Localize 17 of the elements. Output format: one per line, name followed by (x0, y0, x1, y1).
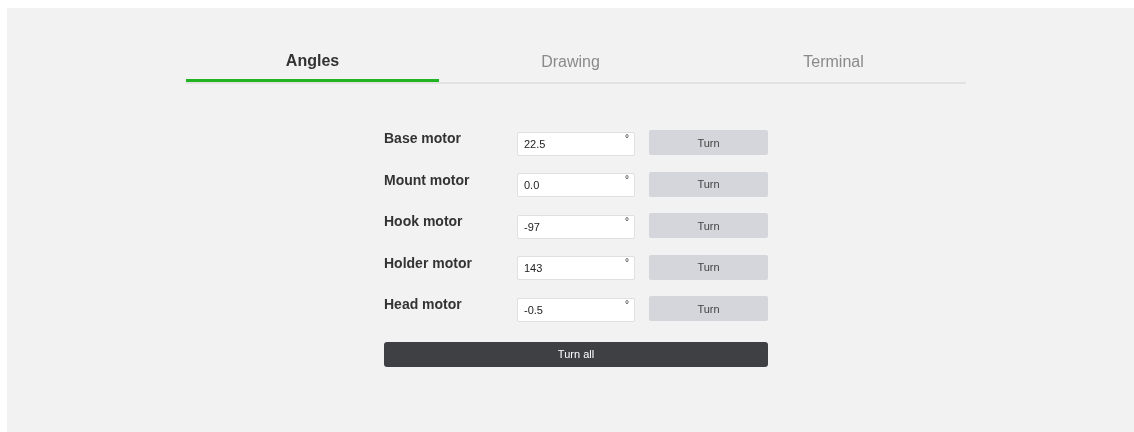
degree-unit: ° (625, 216, 629, 227)
motor-label: Head motor (384, 295, 463, 315)
turn-button[interactable]: Turn (649, 171, 768, 197)
degree-unit: ° (625, 175, 629, 186)
motor-label: Base motor (384, 129, 463, 149)
turn-button[interactable]: Turn (649, 213, 768, 239)
turn-button[interactable]: Turn (649, 130, 768, 156)
tab[interactable]: Angles (186, 48, 439, 82)
degree-unit: ° (625, 133, 629, 144)
motor-label: Holder motor (384, 253, 473, 273)
turn-button[interactable]: Turn (649, 296, 768, 322)
degree-unit: ° (625, 299, 629, 310)
degree-unit: ° (625, 258, 629, 269)
motor-label: Hook motor (384, 212, 464, 232)
turn-button[interactable]: Turn (649, 254, 768, 280)
motor-label: Mount motor (384, 170, 471, 190)
turn-all-button[interactable]: Turn all (384, 341, 768, 367)
